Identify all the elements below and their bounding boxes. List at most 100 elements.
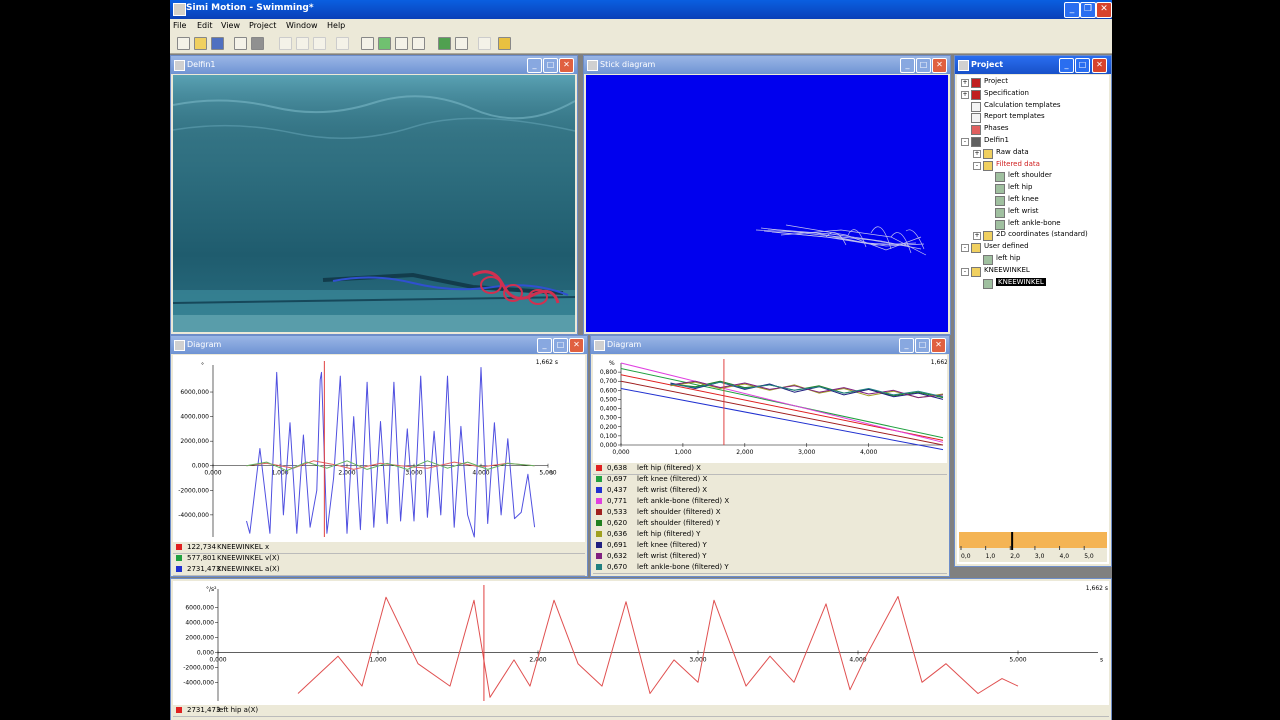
legend-swatch (596, 564, 602, 570)
stick-window-titlebar[interactable]: Stick diagram _ □ ✕ (584, 56, 950, 74)
report-icon[interactable] (498, 37, 511, 50)
open-folder-icon[interactable] (194, 37, 207, 50)
expand-icon[interactable]: + (961, 79, 969, 87)
diagram2-minimize-button[interactable]: _ (899, 338, 914, 353)
x-tick-label: 2,000 (736, 449, 753, 456)
undo-icon[interactable] (336, 37, 349, 50)
project-minimize-button[interactable]: _ (1059, 58, 1074, 73)
stick-minimize-button[interactable]: _ (900, 58, 915, 73)
expand-icon[interactable]: + (973, 149, 981, 158)
close-button[interactable]: ✕ (1096, 2, 1112, 18)
tree-item-label: 2D coordinates (standard) (996, 230, 1088, 239)
y-tick-label: -4000,000 (178, 512, 209, 519)
diagram2-titlebar[interactable]: Diagram _ □ ✕ (591, 336, 949, 354)
tree-item-label: left wrist (1008, 206, 1039, 215)
tree-item-label: Phases (984, 124, 1009, 133)
cursor-time-label: 1,662 s (1086, 585, 1108, 592)
diagram3-content: °/s² 6000,000 4000,000 2000,000 0,000 -2000,0… (173, 581, 1109, 719)
stick-diagram-canvas[interactable] (586, 75, 948, 332)
legend-name: KNEEWINKEL a(X) (217, 565, 280, 573)
collapse-icon[interactable]: - (961, 244, 969, 253)
minimize-button[interactable]: _ (1064, 2, 1080, 18)
expand-icon[interactable]: + (961, 90, 969, 99)
gear-red-icon (971, 78, 981, 88)
diagram-icon[interactable] (412, 37, 425, 50)
person-icon[interactable] (378, 37, 391, 50)
legend-name: left ankle-bone (filtered) X (637, 497, 730, 505)
print-icon[interactable] (251, 37, 264, 50)
camera-icon[interactable] (438, 37, 451, 50)
doc-icon (971, 101, 981, 112)
filtered-coordinates-chart[interactable]: % 0,800 0,700 0,600 0,500 0,400 0,300 0,200 0,10… (593, 355, 949, 463)
restore-button[interactable]: ❐ (1080, 2, 1096, 18)
video-maximize-button[interactable]: □ (543, 58, 558, 73)
diagram1-maximize-button[interactable]: □ (553, 338, 568, 353)
legend-row[interactable]: 0,620 left shoulder (filtered) Y (593, 518, 947, 529)
video-minimize-button[interactable]: _ (527, 58, 542, 73)
menu-view[interactable]: View (221, 21, 240, 30)
project-window-title: Project (971, 60, 1004, 69)
legend-row[interactable]: 0,533 left shoulder (filtered) X (593, 507, 947, 518)
project-maximize-button[interactable]: □ (1075, 58, 1090, 73)
legend-row[interactable]: 0,670 left ankle-bone (filtered) Y (593, 562, 947, 574)
series-line (620, 388, 944, 451)
menu-edit[interactable]: Edit (197, 21, 213, 30)
menu-file[interactable]: File (173, 21, 186, 30)
y-axis-label: °/s² (206, 586, 217, 593)
legend-row[interactable]: 577,801 KNEEWINKEL v(X) (173, 553, 585, 564)
data-icon (983, 255, 993, 265)
project-close-button[interactable]: ✕ (1092, 58, 1107, 73)
collapse-icon[interactable]: - (973, 161, 981, 170)
arrow-icon[interactable] (478, 37, 491, 50)
diagram1-minimize-button[interactable]: _ (537, 338, 552, 353)
folder-icon (971, 243, 981, 254)
legend-row[interactable]: 0,691 left knee (filtered) Y (593, 540, 947, 551)
settings-icon[interactable] (455, 37, 468, 50)
video-frame[interactable] (172, 75, 576, 332)
menu-bar: File Edit View Project Window Help (170, 19, 1112, 33)
stick-figure-icon[interactable] (395, 37, 408, 50)
y-tick-label: 0,000 (600, 442, 617, 449)
stick-maximize-button[interactable]: □ (916, 58, 931, 73)
menu-window[interactable]: Window (286, 21, 318, 30)
timeline-slider[interactable]: 0,0 1,0 2,0 3,0 4,0 5,0 (959, 532, 1107, 562)
diagram2-maximize-button[interactable]: □ (915, 338, 930, 353)
legend-row[interactable]: 0,636 left hip (filtered) Y (593, 529, 947, 540)
new-file-icon[interactable] (177, 37, 190, 50)
collapse-icon[interactable]: - (961, 138, 969, 146)
legend-row[interactable]: 0,437 left wrist (filtered) X (593, 485, 947, 496)
y-tick-label: 0,300 (600, 415, 617, 422)
x-tick-label: 1,000 (674, 449, 691, 456)
print-preview-icon[interactable] (234, 37, 247, 50)
legend-row[interactable]: 0,771 left ankle-bone (filtered) X (593, 496, 947, 507)
save-icon[interactable] (211, 37, 224, 50)
legend-row[interactable]: 2731,473 KNEEWINKEL a(X) (173, 564, 585, 576)
video-icon[interactable] (361, 37, 374, 50)
legend-row[interactable]: 0,632 left wrist (filtered) Y (593, 551, 947, 562)
collapse-icon[interactable]: - (961, 267, 969, 276)
video-window-titlebar[interactable]: Delfin1 _ □ ✕ (171, 56, 577, 74)
menu-help[interactable]: Help (327, 21, 345, 30)
paste-icon[interactable] (313, 37, 326, 50)
legend-row[interactable]: 2731,473 left hip a(X) (173, 705, 1109, 717)
knee-angle-chart[interactable]: ° 6000,000 4000,000 2000,000 0,000 -2000,000 -… (173, 355, 585, 542)
diagram2-close-button[interactable]: ✕ (931, 338, 946, 353)
diagram1-window: Diagram _ □ ✕ ° 6000,000 4000,000 2000,000 0… (170, 335, 588, 577)
y-axis-label: % (609, 360, 615, 367)
legend-row[interactable]: 0,697 left knee (filtered) X (593, 474, 947, 485)
project-window-titlebar[interactable]: Project _ □ ✕ (955, 56, 1111, 74)
timeline-tick-label: 5,0 (1084, 553, 1094, 560)
tree-item-label: User defined (984, 242, 1029, 251)
video-close-button[interactable]: ✕ (559, 58, 574, 73)
stick-close-button[interactable]: ✕ (932, 58, 947, 73)
copy-icon[interactable] (296, 37, 309, 50)
expand-icon[interactable]: + (973, 232, 981, 241)
diagram1-close-button[interactable]: ✕ (569, 338, 584, 353)
tree-item-label: left hip (1008, 183, 1033, 192)
hip-acceleration-chart[interactable]: °/s²6000,0004000,0002000,0000,000-2000,0… (173, 581, 1109, 705)
diagram1-titlebar[interactable]: Diagram _ □ ✕ (171, 336, 587, 354)
tree-item-label: KNEEWINKEL (984, 265, 1030, 274)
cut-icon[interactable] (279, 37, 292, 50)
menu-project[interactable]: Project (249, 21, 276, 30)
timeline-tick-label: 4,0 (1060, 553, 1070, 560)
